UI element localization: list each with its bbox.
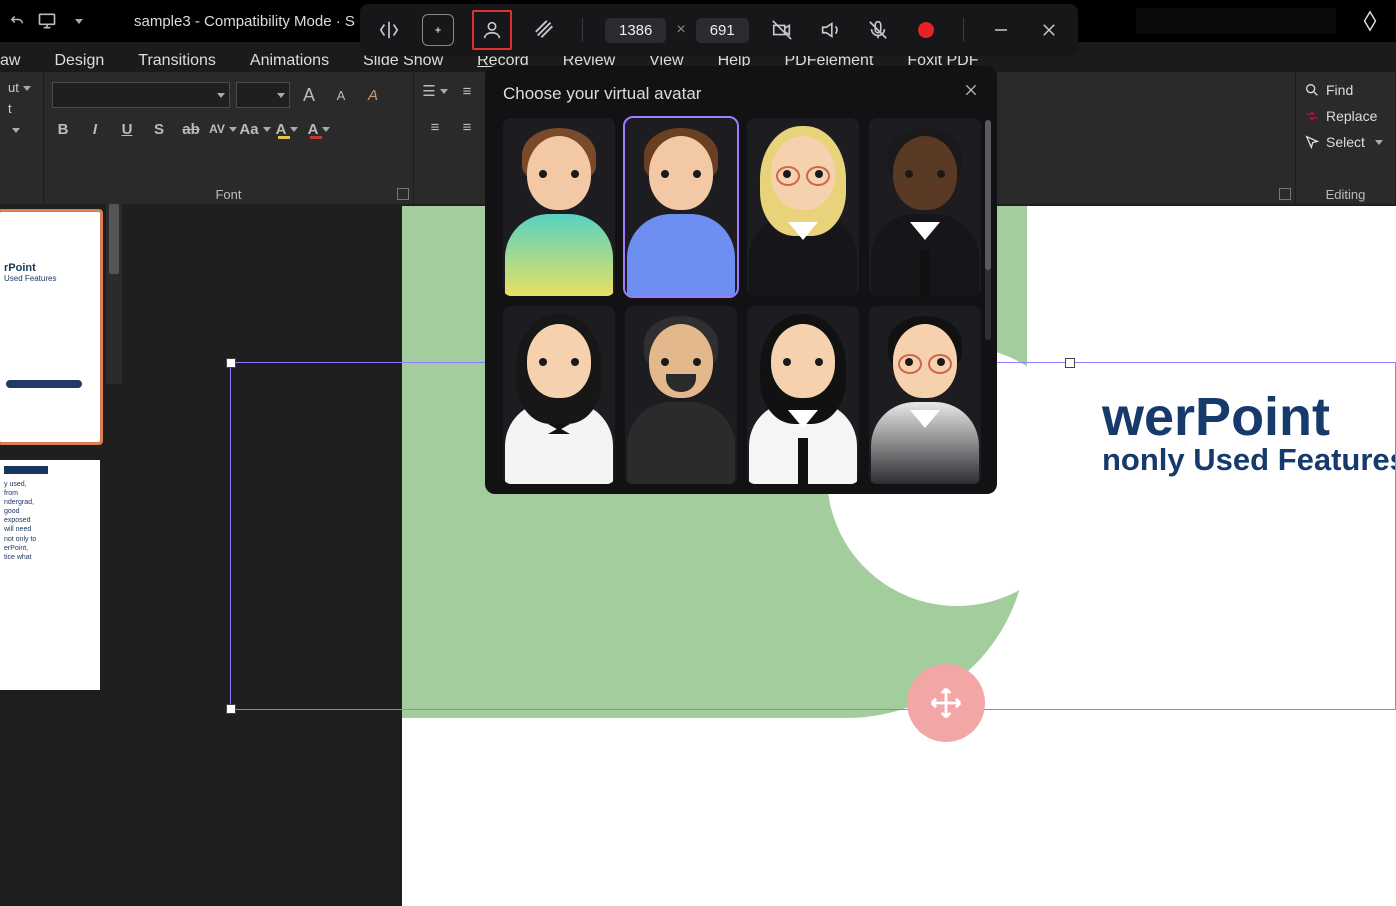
- resize-handle-bl[interactable]: [226, 704, 236, 714]
- copy-button[interactable]: t: [8, 99, 35, 120]
- font-size-combo[interactable]: [236, 82, 290, 108]
- font-color-button[interactable]: A: [308, 118, 330, 140]
- search-box[interactable]: [1136, 8, 1336, 34]
- font-dialog-launcher-icon[interactable]: [397, 188, 409, 200]
- undo-icon[interactable]: [6, 10, 28, 32]
- slide-thumbnail-2[interactable]: y used,fromndergrad,goodexposedwill need…: [0, 460, 100, 690]
- focus-frame-icon[interactable]: [422, 14, 454, 46]
- slide-thumbnail-1[interactable]: rPoint Used Features: [0, 212, 100, 442]
- separator: [963, 18, 964, 42]
- copilot-diamond-icon[interactable]: [1350, 1, 1390, 41]
- close-icon[interactable]: [1034, 15, 1064, 45]
- resize-handle-tl[interactable]: [226, 358, 236, 368]
- avatar-2[interactable]: [625, 118, 737, 296]
- tab-animations[interactable]: Animations: [250, 52, 329, 70]
- qat-more-icon[interactable]: [66, 10, 88, 32]
- avatar-7[interactable]: [747, 306, 859, 484]
- clear-formatting-button[interactable]: A: [360, 82, 386, 108]
- drawing-dialog-launcher-icon[interactable]: [1279, 188, 1291, 200]
- highlight-button[interactable]: A: [276, 118, 298, 140]
- tab-draw[interactable]: aw: [0, 52, 20, 70]
- resize-handle-mr[interactable]: [1065, 358, 1075, 368]
- width-field[interactable]: 1386: [605, 18, 666, 43]
- document-title: sample3 - Compatibility Mode · S: [134, 13, 355, 30]
- avatar-5[interactable]: [503, 306, 615, 484]
- select-button[interactable]: Select: [1304, 134, 1387, 150]
- avatar-4[interactable]: [869, 118, 981, 296]
- grow-font-button[interactable]: A: [296, 82, 322, 108]
- avatar-scrollbar[interactable]: [985, 120, 991, 340]
- cut-button[interactable]: ut: [8, 78, 35, 99]
- speaker-icon[interactable]: [815, 15, 845, 45]
- present-icon[interactable]: [36, 10, 58, 32]
- avatar-6[interactable]: [625, 306, 737, 484]
- separator: [582, 18, 583, 42]
- mic-off-icon[interactable]: [863, 15, 893, 45]
- avatar-grid: [503, 118, 979, 484]
- avatar-3[interactable]: [747, 118, 859, 296]
- bold-button[interactable]: B: [52, 118, 74, 140]
- font-group-label: Font: [52, 187, 405, 202]
- times-icon: ×: [676, 21, 685, 39]
- editing-group-label: Editing: [1304, 187, 1387, 202]
- shrink-font-button[interactable]: A: [328, 82, 354, 108]
- align-center-button[interactable]: ≡: [454, 114, 480, 140]
- tab-transitions[interactable]: Transitions: [138, 52, 216, 70]
- shadow-button[interactable]: S: [148, 118, 170, 140]
- thumbnail-panel: rPoint Used Features y used,fromndergrad…: [0, 204, 122, 716]
- font-name-combo[interactable]: [52, 82, 230, 108]
- minimize-icon[interactable]: [986, 15, 1016, 45]
- mirror-icon[interactable]: [374, 15, 404, 45]
- change-case-button[interactable]: Aa: [244, 118, 266, 140]
- font-group: A A A B I U S ab AV Aa A A Font: [44, 72, 414, 204]
- italic-button[interactable]: I: [84, 118, 106, 140]
- avatar-mode-button[interactable]: [472, 10, 512, 50]
- camera-off-icon[interactable]: [767, 15, 797, 45]
- tab-design[interactable]: Design: [54, 52, 104, 70]
- avatar-dialog-close-button[interactable]: [959, 78, 983, 102]
- char-spacing-button[interactable]: AV: [212, 118, 234, 140]
- avatar-dialog: Choose your virtual avatar: [485, 66, 997, 494]
- avatar-8[interactable]: [869, 306, 981, 484]
- find-button[interactable]: Find: [1304, 82, 1387, 98]
- avatar-dialog-title: Choose your virtual avatar: [503, 84, 979, 104]
- strike-button[interactable]: ab: [180, 118, 202, 140]
- avatar-1[interactable]: [503, 118, 615, 296]
- blur-icon[interactable]: [530, 15, 560, 45]
- thumbnail-scrollbar[interactable]: [106, 204, 122, 384]
- underline-button[interactable]: U: [116, 118, 138, 140]
- record-button[interactable]: [911, 15, 941, 45]
- align-left-button[interactable]: ≡: [422, 114, 448, 140]
- clipboard-group: ut t: [0, 72, 44, 204]
- dimensions-group: 1386 × 691: [605, 18, 749, 43]
- bullets-button[interactable]: ☰: [422, 78, 448, 104]
- editing-group: Find Replace Select Editing: [1296, 72, 1396, 204]
- move-handle-icon[interactable]: [907, 664, 985, 742]
- replace-button[interactable]: Replace: [1304, 108, 1387, 124]
- cameo-toolbar: 1386 × 691: [360, 4, 1078, 56]
- height-field[interactable]: 691: [696, 18, 749, 43]
- numbering-button[interactable]: ≡: [454, 78, 480, 104]
- paste-options[interactable]: [8, 120, 35, 141]
